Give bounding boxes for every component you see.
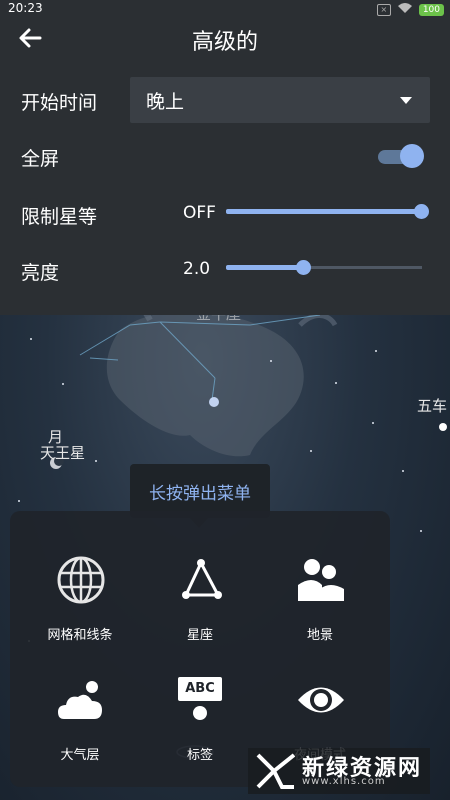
menu-label: 大气层 [60, 748, 100, 763]
dropdown-caret-icon [400, 97, 412, 104]
eye-icon [296, 675, 346, 725]
watermark-url: www.xlhs.com [302, 776, 386, 787]
menu-labels[interactable]: ABC 标签 [140, 661, 260, 771]
sim-icon: × [376, 3, 391, 16]
quick-menu-panel: 网格和线条 星座 地景 大气层 ABC 标签 [10, 511, 390, 787]
slider-thumb[interactable] [296, 260, 312, 275]
start-time-dropdown[interactable]: 晚上 [130, 77, 430, 123]
uranus-label: 天王星 [40, 444, 86, 462]
slider-fill [226, 265, 305, 270]
menu-grid-lines[interactable]: 网格和线条 [20, 541, 140, 651]
menu-label: 地景 [306, 628, 333, 643]
battery-icon: 100 [418, 3, 444, 16]
cloud-sun-icon [56, 675, 106, 725]
watermark-logo-icon [256, 753, 296, 789]
start-time-value: 晚上 [146, 91, 185, 113]
constellation-icon [176, 555, 226, 605]
fullscreen-label: 全屏 [21, 148, 60, 170]
status-icons: × 100 [376, 2, 444, 17]
menu-label: 标签 [186, 748, 213, 763]
globe-grid-icon [56, 555, 106, 605]
landscape-icon [296, 555, 346, 605]
abc-label-icon: ABC [176, 675, 226, 725]
limit-magnitude-value: OFF [183, 203, 216, 223]
wifi-icon [397, 2, 413, 17]
status-time: 20:23 [8, 1, 43, 15]
app-header: 高级的 [0, 18, 450, 60]
limit-magnitude-label: 限制星等 [21, 206, 98, 228]
settings-panel: 开始时间 晚上 全屏 限制星等 OFF 亮度 2.0 [0, 60, 450, 315]
brightness-label: 亮度 [21, 262, 60, 284]
menu-constellations[interactable]: 星座 [140, 541, 260, 651]
menu-label: 网格和线条 [47, 628, 113, 643]
page-title: 高级的 [191, 30, 258, 55]
slider-thumb[interactable] [414, 204, 429, 219]
start-time-label: 开始时间 [21, 92, 98, 114]
status-bar: 20:23 × 100 [0, 0, 450, 18]
limit-magnitude-slider[interactable] [226, 202, 429, 222]
slider-fill [226, 209, 422, 214]
long-press-tooltip: 长按弹出菜单 [130, 464, 270, 528]
capella-label: 五车 [417, 397, 448, 415]
fullscreen-toggle[interactable] [378, 144, 424, 170]
toggle-thumb [400, 144, 424, 168]
watermark: 新绿资源网 www.xlhs.com [248, 748, 430, 794]
menu-atmosphere[interactable]: 大气层 [20, 661, 140, 771]
menu-landscape[interactable]: 地景 [260, 541, 380, 651]
tooltip-text: 长按弹出菜单 [149, 484, 251, 504]
brightness-slider[interactable] [226, 258, 422, 278]
brightness-value: 2.0 [183, 259, 211, 279]
menu-label: 星座 [186, 628, 213, 643]
